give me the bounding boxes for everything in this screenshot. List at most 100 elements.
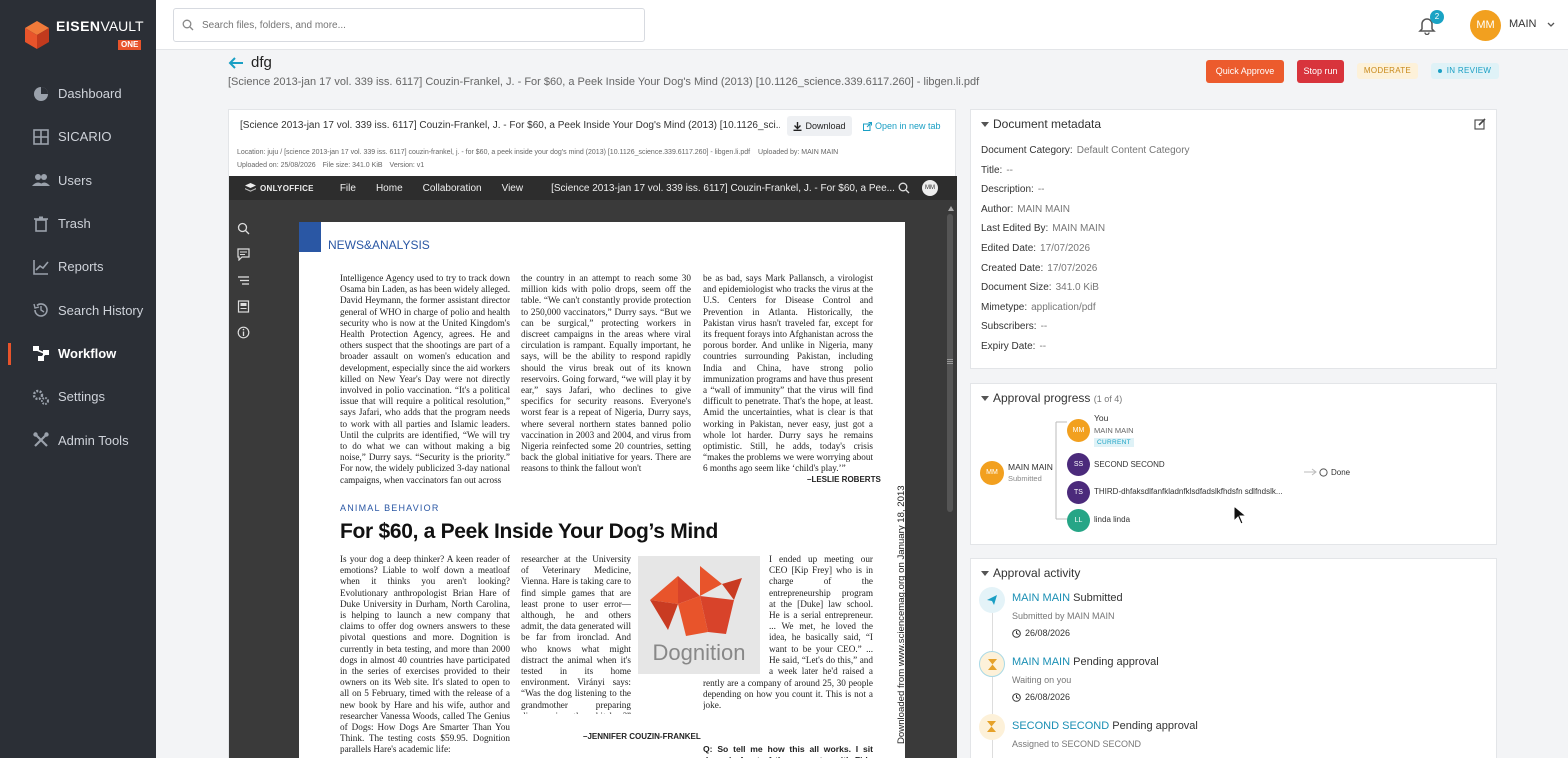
search-icon[interactable] — [898, 182, 910, 194]
metadata-key: Expiry Date: — [981, 341, 1036, 352]
sidebar-item-workflow[interactable]: Workflow — [0, 332, 156, 375]
stop-run-button[interactable]: Stop run — [1297, 60, 1344, 83]
quick-approve-button[interactable]: Quick Approve — [1206, 60, 1284, 83]
page-section-text: NEWS&ANALYSIS — [328, 238, 430, 252]
metadata-row: Subscribers: -- — [981, 321, 1047, 332]
edit-icon[interactable] — [1474, 118, 1486, 130]
download-button[interactable]: Download — [787, 116, 852, 136]
menu-file[interactable]: File — [340, 183, 356, 194]
sidebar-item-label: Settings — [58, 389, 105, 405]
metadata-key: Description: — [981, 184, 1034, 196]
activity-item-1-who[interactable]: MAIN MAIN — [1012, 592, 1070, 604]
article-body-column-3-cont: rently are a company of around 25, 30 pe… — [703, 678, 873, 712]
sidebar-item-trash[interactable]: Trash — [0, 202, 156, 245]
external-link-icon — [863, 121, 872, 131]
metadata-key: Created Date: — [981, 262, 1044, 274]
metadata-row: Title: -- — [981, 165, 1013, 176]
article-column-2: the country in an attempt to reach some … — [521, 273, 691, 474]
grid-icon — [33, 129, 49, 145]
logo-word-2: VAULT — [100, 18, 144, 34]
article-body-column-2: researcher at the University of Veterina… — [521, 554, 631, 714]
sidebar-item-users[interactable]: Users — [0, 159, 156, 202]
approver-avatar-1: MM — [1067, 419, 1090, 442]
activity-item-1-title: MAIN MAIN Submitted — [1012, 592, 1123, 604]
history-icon — [33, 303, 48, 317]
menu-home[interactable]: Home — [376, 183, 403, 194]
sidebar-item-dashboard[interactable]: Dashboard — [0, 72, 156, 115]
open-new-tab-link[interactable]: Open in new tab — [863, 121, 941, 131]
activity-item-3-sub: Assigned to SECOND SECOND — [1012, 739, 1142, 749]
metadata-value: MAIN MAIN — [1052, 223, 1106, 235]
metadata-row: Edited Date: 17/07/2026 — [981, 243, 1090, 254]
back-arrow-icon[interactable] — [228, 55, 244, 71]
metadata-row: Last Edited By: MAIN MAIN — [981, 223, 1105, 234]
approver-avatar-2: SS — [1067, 453, 1090, 476]
current-badge: CURRENT — [1094, 438, 1134, 447]
workflow-icon — [33, 346, 49, 362]
metadata-row: Expiry Date: -- — [981, 341, 1046, 352]
file-size: File size: 341.0 KiB — [322, 162, 383, 169]
trash-icon — [34, 216, 48, 232]
activity-item-1-date: 26/08/2026 — [1012, 628, 1070, 638]
caret-down-icon[interactable] — [981, 120, 989, 128]
app-logo[interactable]: EISENVAULT ONE — [24, 19, 144, 51]
metadata-value: Default Content Category — [1076, 145, 1190, 156]
user-name[interactable]: MAIN — [1509, 18, 1537, 30]
activity-item-3-what: Pending approval — [1112, 720, 1198, 732]
thumbnails-icon[interactable] — [237, 300, 250, 313]
sidebar-item-admin-tools[interactable]: Admin Tools — [0, 418, 156, 461]
file-location: Location: juju / [science 2013-jan 17 vo… — [237, 149, 751, 156]
dognition-logo-image: Dognition — [638, 556, 760, 674]
info-icon[interactable] — [237, 326, 250, 339]
article-qa: Q: So tell me how this all works. I sit … — [703, 744, 873, 758]
search-icon[interactable] — [237, 222, 250, 235]
onlyoffice-menu: File Home Collaboration View — [340, 183, 543, 194]
priority-badge: MODERATE — [1357, 63, 1418, 79]
approval-activity-title: Approval activity — [993, 566, 1081, 580]
article-body-column-3: I ended up meeting our CEO [Kip Frey] wh… — [769, 554, 873, 674]
file-location-line: Location: juju / [science 2013-jan 17 vo… — [237, 149, 838, 156]
approver-2-name: SECOND SECOND — [1094, 460, 1165, 469]
uploaded-by: Uploaded by: MAIN MAIN — [758, 149, 839, 156]
approver-avatar-4: LL — [1067, 509, 1090, 532]
search-box[interactable] — [173, 8, 645, 42]
metadata-key: Document Category: — [981, 145, 1073, 156]
onlyoffice-logo-icon — [245, 183, 256, 192]
menu-view[interactable]: View — [502, 183, 524, 194]
chart-icon — [33, 259, 49, 275]
search-input[interactable] — [202, 19, 622, 31]
metadata-value: 17/07/2026 — [1047, 262, 1098, 274]
onlyoffice-user-avatar[interactable]: MM — [922, 180, 938, 196]
dognition-wordmark: Dognition — [652, 640, 746, 665]
gear-icon — [32, 389, 49, 405]
article-headline: For $60, a Peek Inside Your Dog’s Mind — [340, 520, 718, 543]
comment-icon[interactable] — [237, 248, 250, 261]
sidebar-item-search-history[interactable]: Search History — [0, 288, 156, 331]
activity-item-3-who[interactable]: SECOND SECOND — [1012, 720, 1109, 732]
metadata-key: Last Edited By: — [981, 223, 1049, 235]
activity-item-2-who[interactable]: MAIN MAIN — [1012, 656, 1070, 668]
approver-you-label: You — [1094, 413, 1109, 423]
submitter-name: MAIN MAIN — [1008, 462, 1053, 472]
sidebar-item-label: Users — [58, 172, 92, 188]
headings-icon[interactable] — [237, 274, 250, 287]
metadata-title: Document metadata — [993, 117, 1102, 131]
onlyoffice-logo: ONLYOFFICE — [245, 183, 314, 193]
sidebar-item-settings[interactable]: Settings — [0, 375, 156, 418]
user-avatar[interactable]: MM — [1470, 10, 1501, 41]
onlyoffice-toolbar: ONLYOFFICE File Home Collaboration View … — [229, 176, 957, 200]
sidebar-item-sicario[interactable]: SICARIO — [0, 115, 156, 158]
activity-item-2-date: 26/08/2026 — [1012, 692, 1070, 702]
mouse-cursor-icon — [1233, 505, 1247, 525]
menu-collaboration[interactable]: Collaboration — [423, 183, 482, 194]
chevron-down-icon[interactable] — [1545, 18, 1557, 30]
sidebar-item-reports[interactable]: Reports — [0, 245, 156, 288]
search-icon — [182, 19, 194, 31]
file-info-line: Uploaded on: 25/08/2026 File size: 341.0 … — [237, 162, 424, 169]
caret-down-icon[interactable] — [981, 569, 989, 577]
onlyoffice-brand: ONLYOFFICE — [260, 183, 314, 193]
onlyoffice-editor[interactable]: ONLYOFFICE File Home Collaboration View … — [229, 176, 957, 758]
page-section-heading: NEWS&ANALYSIS — [328, 238, 430, 252]
hourglass-icon — [987, 721, 996, 732]
vertical-scrollbar[interactable] — [945, 206, 955, 516]
